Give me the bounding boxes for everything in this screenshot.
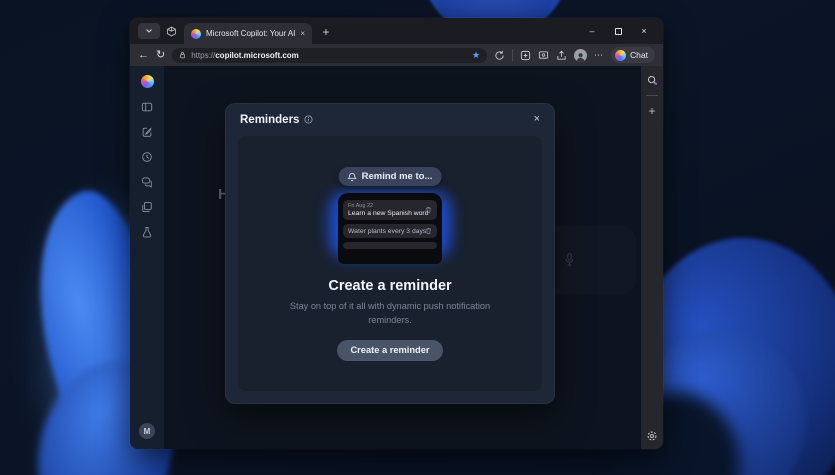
- edge-sidebar-rail: +: [641, 66, 663, 449]
- chevron-down-icon: [145, 27, 153, 35]
- minimize-button[interactable]: –: [579, 20, 605, 42]
- remind-me-chip: Remind me to...: [339, 167, 442, 186]
- maximize-icon: [615, 28, 622, 35]
- history-icon[interactable]: [141, 151, 153, 163]
- close-window-button[interactable]: ×: [631, 20, 657, 42]
- copilot-icon: [615, 50, 626, 61]
- trash-icon: [425, 206, 432, 214]
- copilot-sidebar: M: [130, 66, 164, 449]
- lock-icon: [179, 51, 186, 59]
- web-capture-icon[interactable]: [538, 50, 549, 61]
- favorite-star-icon[interactable]: ★: [472, 51, 480, 60]
- copilot-chat-button[interactable]: Chat: [611, 47, 655, 63]
- refresh-button[interactable]: ↻: [156, 50, 165, 61]
- address-bar[interactable]: https://copilot.microsoft.com ★: [172, 48, 487, 63]
- chat-label: Chat: [630, 50, 648, 60]
- share-icon[interactable]: [556, 50, 567, 61]
- browser-window: Microsoft Copilot: Your AI compan × + – …: [130, 18, 663, 449]
- reminder-illustration: Remind me to... Fri Aug 22 Learn a new S…: [324, 167, 456, 264]
- create-reminder-button[interactable]: Create a reminder: [337, 340, 442, 361]
- desktop: Microsoft Copilot: Your AI compan × + – …: [0, 0, 835, 475]
- bell-icon: [348, 172, 357, 182]
- sidebar-add-icon[interactable]: +: [648, 105, 655, 117]
- tab-strip: Microsoft Copilot: Your AI compan × + – …: [130, 18, 663, 44]
- tab-title: Microsoft Copilot: Your AI compan: [206, 29, 295, 38]
- sync-icon[interactable]: [494, 50, 505, 61]
- reminder-card: Water plants every 3 days: [343, 224, 437, 238]
- modal-close-icon[interactable]: ×: [534, 114, 540, 125]
- back-button[interactable]: ←: [138, 50, 149, 61]
- sidebar-divider: [646, 95, 658, 96]
- modal-heading: Create a reminder: [328, 278, 451, 294]
- chip-label: Remind me to...: [362, 171, 433, 182]
- reminder-card: Fri Aug 22 Learn a new Spanish word: [343, 200, 437, 220]
- labs-flask-icon[interactable]: [141, 226, 153, 238]
- maximize-button[interactable]: [605, 20, 631, 42]
- new-chat-icon[interactable]: [141, 126, 153, 138]
- user-avatar[interactable]: M: [139, 423, 155, 439]
- reminder-card-partial: [343, 242, 437, 249]
- more-menu-icon[interactable]: ⋯: [594, 50, 604, 61]
- modal-description: Stay on top of it all with dynamic push …: [288, 300, 493, 328]
- trash-icon: [425, 227, 432, 235]
- browser-toolbar: ← ↻ https://copilot.microsoft.com ★: [130, 44, 663, 66]
- browser-content: M H re +: [130, 66, 663, 449]
- browser-tab-copilot[interactable]: Microsoft Copilot: Your AI compan ×: [184, 23, 312, 44]
- modal-body: Remind me to... Fri Aug 22 Learn a new S…: [238, 136, 542, 391]
- pages-icon[interactable]: [141, 201, 153, 213]
- toolbar-divider: [512, 49, 513, 61]
- collections-icon[interactable]: [520, 50, 531, 61]
- copilot-logo-icon[interactable]: [141, 75, 154, 88]
- info-icon[interactable]: [304, 115, 313, 124]
- phone-mockup: Fri Aug 22 Learn a new Spanish word Wate…: [338, 193, 442, 264]
- tab-close-icon[interactable]: ×: [300, 30, 305, 38]
- modal-title: Reminders: [240, 114, 299, 126]
- sidebar-search-icon[interactable]: [647, 75, 658, 86]
- new-tab-button[interactable]: +: [316, 22, 336, 42]
- workspaces-icon: [166, 26, 177, 37]
- url-text: https://copilot.microsoft.com: [191, 51, 299, 60]
- sidebar-panel-icon[interactable]: [141, 101, 153, 113]
- tab-search-button[interactable]: [138, 23, 160, 39]
- profile-avatar[interactable]: [574, 49, 587, 62]
- chats-icon[interactable]: [141, 176, 153, 188]
- reminder-text: Learn a new Spanish word: [348, 210, 421, 217]
- modal-header: Reminders ×: [226, 104, 554, 135]
- workspaces-button[interactable]: [162, 23, 180, 39]
- gear-icon[interactable]: [646, 430, 658, 442]
- reminders-modal: Reminders × Remind me to...: [225, 103, 555, 404]
- reminder-date: Fri Aug 22: [348, 203, 421, 209]
- copilot-favicon: [191, 29, 201, 39]
- reminder-text: Water plants every 3 days: [348, 228, 421, 235]
